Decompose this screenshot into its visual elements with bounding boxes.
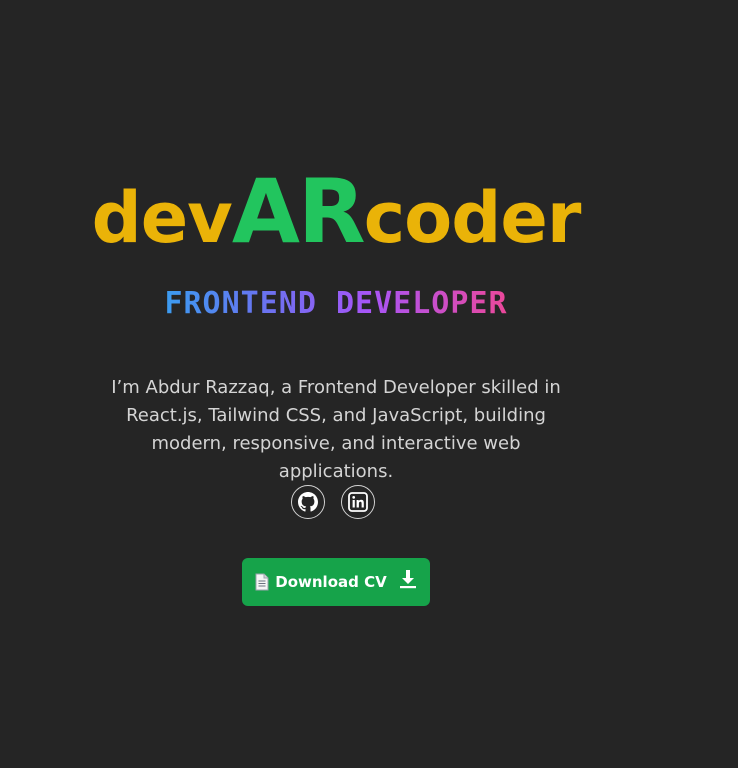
social-links [291, 485, 375, 519]
github-link[interactable] [291, 485, 325, 519]
document-icon [255, 573, 269, 591]
site-logo: devARcoder [0, 168, 672, 256]
logo-part-dev: dev [91, 177, 233, 259]
logo-part-ar: AR [231, 160, 366, 263]
role-title-text: FRONTEND DEVELOPER [164, 286, 508, 321]
bio-paragraph: I’m Abdur Razzaq, a Frontend Developer s… [111, 377, 561, 482]
download-cv-label: Download CV [275, 573, 387, 591]
logo-part-coder: coder [363, 177, 582, 259]
download-cv-button[interactable]: Download CV [242, 558, 430, 606]
role-title: FRONTEND DEVELOPER [0, 286, 672, 321]
github-icon [298, 492, 318, 512]
download-icon [399, 569, 417, 589]
linkedin-icon [348, 492, 368, 512]
hero-section: devARcoder FRONTEND DEVELOPER I’m Abdur … [0, 0, 738, 768]
linkedin-link[interactable] [341, 485, 375, 519]
